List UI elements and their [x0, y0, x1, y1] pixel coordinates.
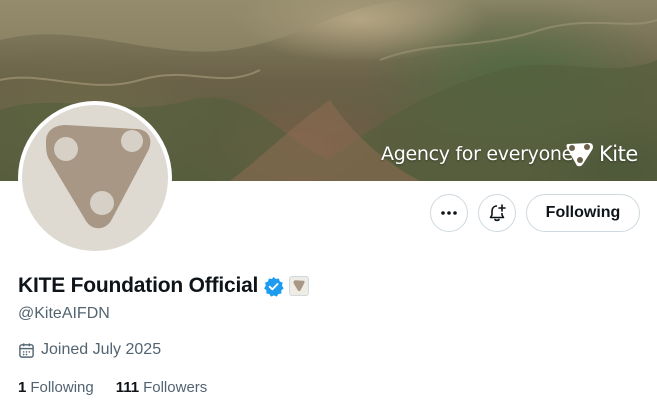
avatar-image: [22, 105, 168, 251]
kite-avatar-icon: [46, 125, 151, 229]
calendar-icon: [19, 342, 34, 358]
more-icon: [441, 211, 457, 215]
following-link[interactable]: 1 Following: [18, 379, 94, 396]
verified-badge-icon[interactable]: [263, 276, 284, 297]
following-button[interactable]: Following: [526, 194, 640, 232]
display-name: KITE Foundation Official: [18, 274, 259, 297]
name-row: KITE Foundation Official: [18, 274, 310, 298]
following-stat-label: Following: [30, 379, 94, 396]
joined-text: Joined July 2025: [41, 341, 162, 358]
followers-stat-label: Followers: [143, 379, 208, 396]
notifications-button[interactable]: [478, 194, 516, 232]
profile-avatar[interactable]: [18, 101, 172, 255]
banner-logo-text: Kite: [599, 142, 638, 166]
following-count: 1: [18, 379, 27, 396]
kite-logo-icon: [566, 143, 593, 167]
profile-handle: @KiteAIFDN: [18, 305, 110, 322]
joined-date: Joined July 2025: [18, 341, 161, 359]
follow-stats: 1 Following 111 Followers: [18, 379, 207, 396]
followers-count: 111: [115, 379, 140, 396]
more-button[interactable]: [430, 194, 468, 232]
followers-link[interactable]: 111 Followers: [116, 379, 208, 396]
banner-kite-logo: Kite: [565, 140, 638, 168]
bell-plus-icon: [489, 204, 506, 222]
banner-tagline: Agency for everyone.: [381, 143, 579, 165]
affiliate-badge-icon[interactable]: [289, 276, 310, 296]
